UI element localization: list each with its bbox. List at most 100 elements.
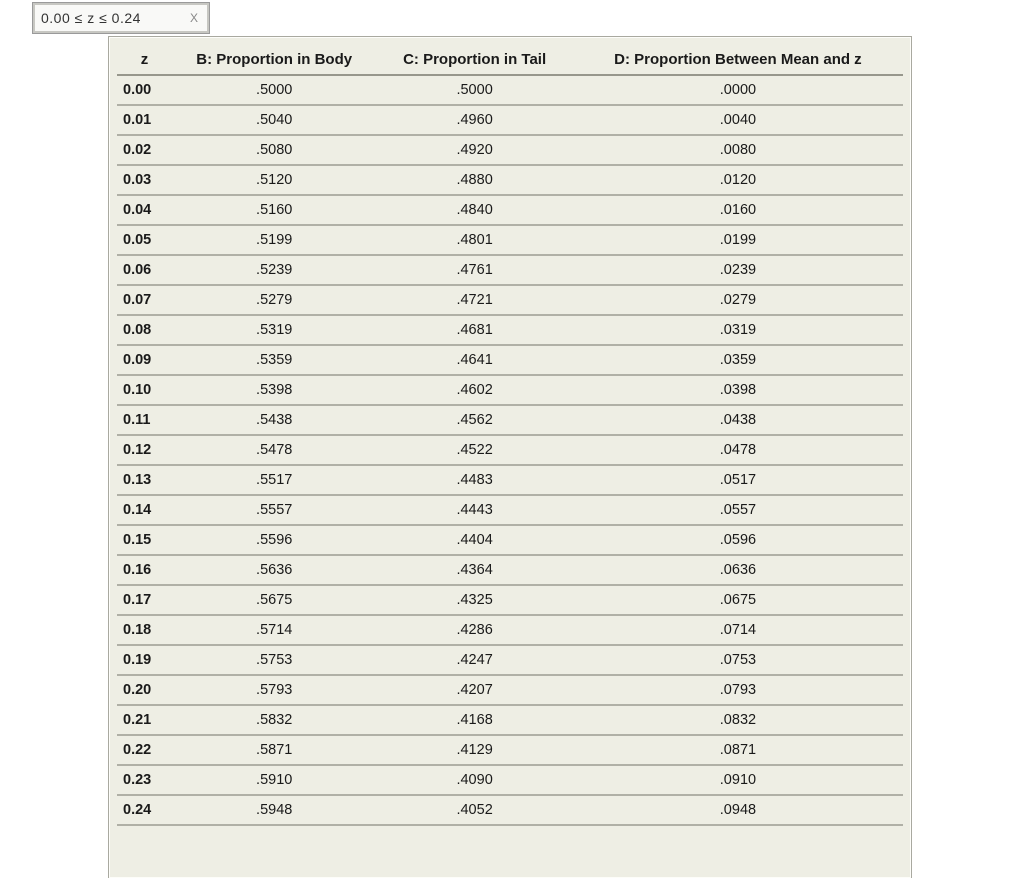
tabbar: 0.00 ≤ z ≤ 0.24 X [32,2,210,34]
cell-b: .5714 [172,615,376,645]
cell-d: .0636 [573,555,903,585]
cell-d: .0793 [573,675,903,705]
tab-z-range[interactable]: 0.00 ≤ z ≤ 0.24 X [32,2,210,34]
cell-c: .4920 [376,135,573,165]
cell-d: .0832 [573,705,903,735]
cell-b: .5948 [172,795,376,825]
cell-z: 0.21 [117,705,172,735]
cell-c: .4721 [376,285,573,315]
cell-c: .4562 [376,405,573,435]
table-row: 0.19.5753.4247.0753 [117,645,903,675]
cell-c: .4880 [376,165,573,195]
cell-b: .5040 [172,105,376,135]
close-icon[interactable]: X [187,11,201,25]
cell-b: .5557 [172,495,376,525]
cell-z: 0.17 [117,585,172,615]
header-b: B: Proportion in Body [172,45,376,75]
table-row: 0.20.5793.4207.0793 [117,675,903,705]
cell-b: .5753 [172,645,376,675]
cell-b: .5478 [172,435,376,465]
cell-b: .5279 [172,285,376,315]
cell-z: 0.20 [117,675,172,705]
cell-c: .4286 [376,615,573,645]
table-row: 0.24.5948.4052.0948 [117,795,903,825]
cell-c: .4443 [376,495,573,525]
cell-b: .5239 [172,255,376,285]
table-row: 0.21.5832.4168.0832 [117,705,903,735]
cell-d: .0040 [573,105,903,135]
cell-c: .4522 [376,435,573,465]
table-row: 0.01.5040.4960.0040 [117,105,903,135]
cell-z: 0.06 [117,255,172,285]
z-table-body: 0.00.5000.5000.00000.01.5040.4960.00400.… [117,75,903,825]
cell-z: 0.13 [117,465,172,495]
cell-b: .5319 [172,315,376,345]
cell-b: .5832 [172,705,376,735]
cell-z: 0.08 [117,315,172,345]
cell-d: .0199 [573,225,903,255]
cell-c: .4641 [376,345,573,375]
cell-z: 0.00 [117,75,172,105]
cell-d: .0753 [573,645,903,675]
cell-c: .4761 [376,255,573,285]
z-table-header-row: z B: Proportion in Body C: Proportion in… [117,45,903,75]
cell-d: .0871 [573,735,903,765]
table-row: 0.06.5239.4761.0239 [117,255,903,285]
cell-d: .0398 [573,375,903,405]
table-row: 0.02.5080.4920.0080 [117,135,903,165]
cell-z: 0.19 [117,645,172,675]
table-row: 0.09.5359.4641.0359 [117,345,903,375]
cell-b: .5517 [172,465,376,495]
table-row: 0.07.5279.4721.0279 [117,285,903,315]
cell-b: .5000 [172,75,376,105]
cell-z: 0.12 [117,435,172,465]
cell-d: .0160 [573,195,903,225]
table-row: 0.15.5596.4404.0596 [117,525,903,555]
table-row: 0.08.5319.4681.0319 [117,315,903,345]
cell-d: .0438 [573,405,903,435]
cell-d: .0675 [573,585,903,615]
cell-d: .0596 [573,525,903,555]
table-row: 0.22.5871.4129.0871 [117,735,903,765]
table-row: 0.04.5160.4840.0160 [117,195,903,225]
cell-z: 0.23 [117,765,172,795]
cell-c: .4207 [376,675,573,705]
cell-d: .0319 [573,315,903,345]
cell-c: .4052 [376,795,573,825]
cell-d: .0948 [573,795,903,825]
table-row: 0.03.5120.4880.0120 [117,165,903,195]
cell-z: 0.09 [117,345,172,375]
cell-b: .5793 [172,675,376,705]
cell-d: .0910 [573,765,903,795]
table-row: 0.18.5714.4286.0714 [117,615,903,645]
table-row: 0.13.5517.4483.0517 [117,465,903,495]
tab-label: 0.00 ≤ z ≤ 0.24 [41,10,141,26]
table-row: 0.16.5636.4364.0636 [117,555,903,585]
cell-c: .4129 [376,735,573,765]
cell-z: 0.22 [117,735,172,765]
cell-z: 0.18 [117,615,172,645]
table-row: 0.17.5675.4325.0675 [117,585,903,615]
cell-z: 0.16 [117,555,172,585]
z-table: z B: Proportion in Body C: Proportion in… [117,45,903,826]
cell-b: .5160 [172,195,376,225]
cell-b: .5596 [172,525,376,555]
cell-z: 0.07 [117,285,172,315]
cell-z: 0.03 [117,165,172,195]
header-d: D: Proportion Between Mean and z [573,45,903,75]
cell-b: .5199 [172,225,376,255]
cell-c: .4681 [376,315,573,345]
table-row: 0.23.5910.4090.0910 [117,765,903,795]
cell-b: .5636 [172,555,376,585]
table-row: 0.00.5000.5000.0000 [117,75,903,105]
cell-z: 0.05 [117,225,172,255]
cell-d: .0239 [573,255,903,285]
cell-z: 0.24 [117,795,172,825]
table-row: 0.14.5557.4443.0557 [117,495,903,525]
header-c: C: Proportion in Tail [376,45,573,75]
cell-b: .5120 [172,165,376,195]
cell-b: .5910 [172,765,376,795]
cell-d: .0517 [573,465,903,495]
cell-z: 0.02 [117,135,172,165]
cell-z: 0.14 [117,495,172,525]
